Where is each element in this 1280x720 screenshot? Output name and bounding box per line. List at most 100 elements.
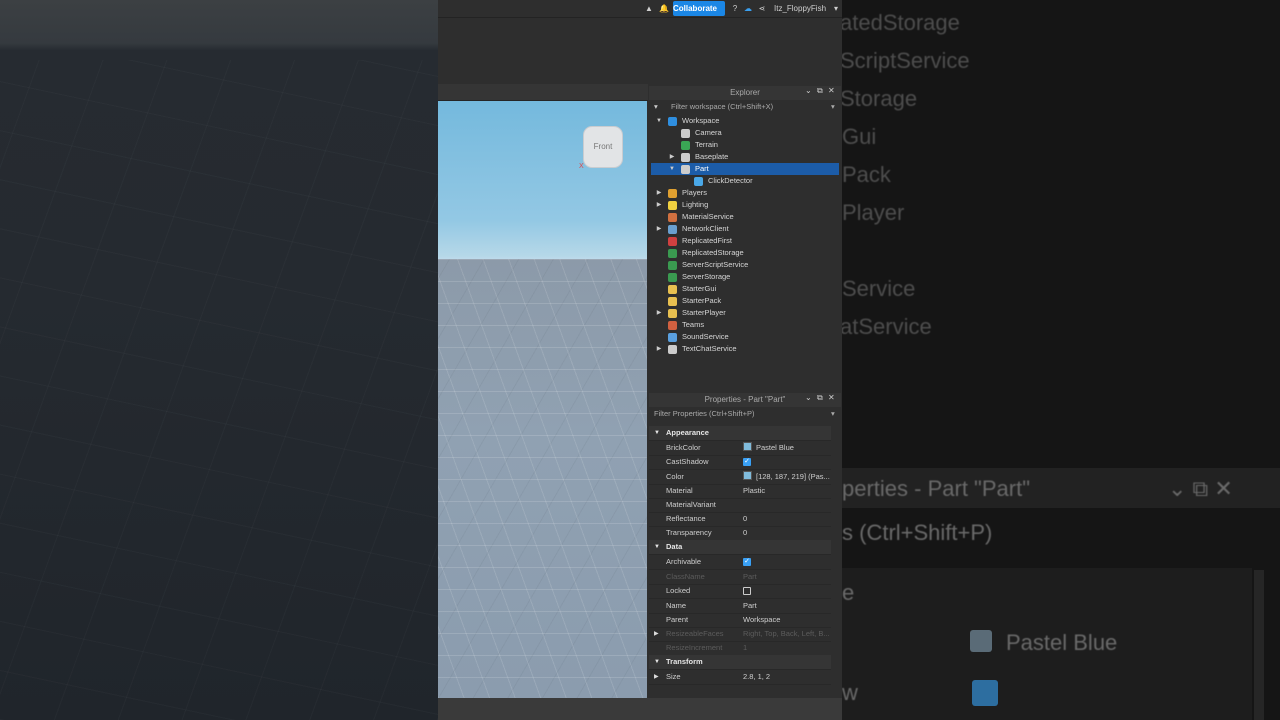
property-archivable[interactable]: Archivable ✓	[649, 555, 831, 570]
tree-item-teams[interactable]: Teams	[651, 319, 839, 331]
property-value[interactable]: Part	[743, 599, 831, 613]
property-castshadow[interactable]: CastShadow ✓	[649, 455, 831, 470]
tree-item-replicatedstorage[interactable]: ReplicatedStorage	[651, 247, 839, 259]
tree-item-terrain[interactable]: Terrain	[651, 139, 839, 151]
category-appearance[interactable]: ▼ Appearance	[649, 426, 831, 441]
explorer-filter[interactable]: ▾ Filter workspace (Ctrl+Shift+X) ▾	[649, 101, 841, 113]
property-reflectance[interactable]: Reflectance 0	[649, 512, 831, 527]
tree-item-baseplate[interactable]: ▶ Baseplate	[651, 151, 839, 163]
tree-item-clickdetector[interactable]: ClickDetector	[651, 175, 839, 187]
collapsed-arrow-icon[interactable]: ▶	[655, 187, 663, 199]
username-label[interactable]: Itz_FloppyFish	[774, 0, 832, 17]
checkbox-checked[interactable]: ✓	[743, 458, 751, 466]
property-value[interactable]: Pastel Blue	[743, 441, 831, 455]
property-value[interactable]: 2.8, 1, 2	[743, 670, 831, 684]
property-transparency[interactable]: Transparency 0	[649, 526, 831, 541]
collapsed-arrow-icon[interactable]: ▶	[655, 307, 663, 319]
chevron-up-icon[interactable]: ▲	[644, 0, 654, 17]
property-value[interactable]: Right, Top, Back, Left, B...	[743, 627, 831, 641]
tree-item-textchatservice[interactable]: ▶ TextChatService	[651, 343, 839, 355]
tree-item-networkclient[interactable]: ▶ NetworkClient	[651, 223, 839, 235]
collapsed-arrow-icon[interactable]: ▶	[654, 627, 659, 641]
tree-item-label: Teams	[682, 320, 705, 329]
checkbox-unchecked[interactable]	[743, 587, 751, 595]
category-transform[interactable]: ▼ Transform	[649, 655, 831, 670]
property-parent[interactable]: Parent Workspace	[649, 613, 831, 628]
expanded-arrow-icon[interactable]: ▼	[655, 115, 663, 127]
collapsed-arrow-icon[interactable]: ▶	[668, 151, 676, 163]
property-value[interactable]: Part	[743, 570, 831, 584]
filter-dropdown-icon[interactable]: ▾	[831, 101, 835, 113]
3d-viewport[interactable]: Front X	[438, 101, 647, 698]
tree-item-starterplayer[interactable]: ▶ StarterPlayer	[651, 307, 839, 319]
properties-filter[interactable]: Filter Properties (Ctrl+Shift+P) ▾	[649, 408, 841, 420]
property-name: Appearance	[666, 428, 709, 437]
cloud-icon[interactable]: ☁	[743, 0, 753, 17]
undock-icon[interactable]: ⧉	[817, 393, 823, 403]
collapsed-arrow-icon[interactable]: ▶	[655, 343, 663, 355]
ghost-swatch-label: Pastel Blue	[1006, 630, 1118, 655]
collapsed-arrow-icon[interactable]: ▶	[654, 670, 659, 684]
help-icon[interactable]: ?	[730, 0, 740, 17]
property-name: Transparency	[666, 528, 712, 537]
ghost-collapse-icon: ⌄ ⧉ ✕	[1168, 476, 1233, 501]
property-value-text: Pastel Blue	[756, 443, 794, 452]
property-material[interactable]: Material Plastic	[649, 484, 831, 499]
undock-icon[interactable]: ⧉	[817, 86, 823, 96]
property-value[interactable]: Plastic	[743, 484, 831, 498]
teams-icon	[668, 320, 677, 330]
expanded-arrow-icon[interactable]: ▼	[654, 426, 660, 440]
tree-item-label: MaterialService	[682, 212, 734, 221]
share-icon[interactable]: ⋖	[757, 0, 767, 17]
property-value[interactable]: [128, 187, 219] (Pas...	[743, 470, 831, 484]
chevron-down-icon[interactable]: ▾	[832, 0, 840, 17]
filter-dropdown-icon[interactable]: ▾	[831, 408, 835, 420]
tree-item-camera[interactable]: Camera	[651, 127, 839, 139]
property-name: CastShadow	[666, 457, 709, 466]
property-materialvariant[interactable]: MaterialVariant	[649, 498, 831, 513]
property-name: Size	[666, 672, 681, 681]
tree-item-workspace[interactable]: ▼ Workspace	[651, 115, 839, 127]
collapsed-arrow-icon[interactable]: ▶	[655, 199, 663, 211]
tree-item-serverstorage[interactable]: ServerStorage	[651, 271, 839, 283]
tree-item-materialservice[interactable]: MaterialService	[651, 211, 839, 223]
property-value[interactable]: 1	[743, 641, 831, 655]
collapse-icon[interactable]: ⌄	[805, 393, 812, 402]
close-icon[interactable]: ✕	[828, 86, 835, 95]
tree-item-startergui[interactable]: StarterGui	[651, 283, 839, 295]
expanded-arrow-icon[interactable]: ▼	[668, 163, 676, 175]
notification-icon[interactable]: 🔔	[658, 0, 670, 17]
property-color[interactable]: Color [128, 187, 219] (Pas...	[649, 470, 831, 485]
property-locked[interactable]: Locked	[649, 584, 831, 599]
collapse-icon[interactable]: ⌄	[805, 86, 812, 95]
tree-item-part[interactable]: ▼ Part	[651, 163, 839, 175]
category-data[interactable]: ▼ Data	[649, 540, 831, 555]
property-name: ResizeIncrement	[666, 643, 723, 652]
property-value[interactable]: 0	[743, 526, 831, 540]
tree-item-soundservice[interactable]: SoundService	[651, 331, 839, 343]
checkbox-checked[interactable]: ✓	[743, 558, 751, 566]
property-value[interactable]: 0	[743, 512, 831, 526]
tree-item-replicatedfirst[interactable]: ReplicatedFirst	[651, 235, 839, 247]
property-classname[interactable]: ClassName Part	[649, 570, 831, 585]
collapsed-arrow-icon[interactable]: ▶	[655, 223, 663, 235]
property-resizeincrement[interactable]: ResizeIncrement 1	[649, 641, 831, 656]
expanded-arrow-icon[interactable]: ▼	[654, 655, 660, 669]
collaborate-button[interactable]: Collaborate	[673, 1, 725, 16]
property-size[interactable]: ▶ Size 2.8, 1, 2	[649, 670, 831, 685]
tree-item-starterpack[interactable]: StarterPack	[651, 295, 839, 307]
ghost-text: ScriptService	[842, 48, 970, 73]
property-name[interactable]: Name Part	[649, 599, 831, 614]
property-resizeablefaces[interactable]: ▶ ResizeableFaces Right, Top, Back, Left, …	[649, 627, 831, 642]
view-cube[interactable]: Front	[584, 127, 622, 167]
property-value[interactable]: Workspace	[743, 613, 831, 627]
close-icon[interactable]: ✕	[828, 393, 835, 402]
tree-item-serverscriptservice[interactable]: ServerScriptService	[651, 259, 839, 271]
properties-filter-placeholder: Filter Properties (Ctrl+Shift+P)	[654, 409, 755, 418]
property-brickcolor[interactable]: BrickColor Pastel Blue	[649, 441, 831, 456]
tree-item-players[interactable]: ▶ Players	[651, 187, 839, 199]
tree-item-lighting[interactable]: ▶ Lighting	[651, 199, 839, 211]
expanded-arrow-icon[interactable]: ▼	[654, 540, 660, 554]
right-blurred-background: atedStorage ScriptService Storage Gui Pa…	[842, 0, 1280, 720]
property-name: MaterialVariant	[666, 500, 716, 509]
